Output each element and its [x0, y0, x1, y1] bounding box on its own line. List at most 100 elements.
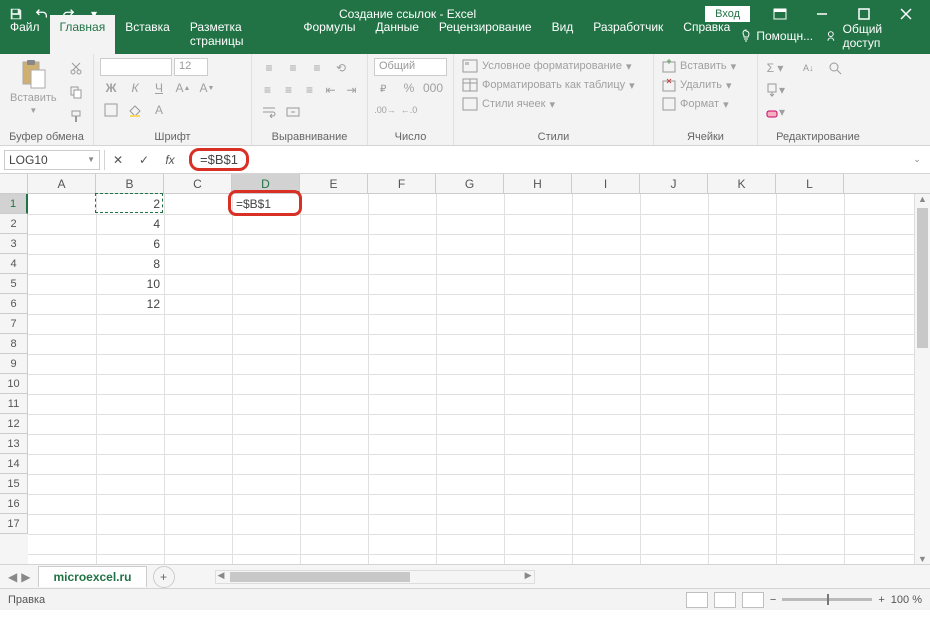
font-color-icon[interactable]: A	[148, 100, 170, 120]
underline-icon[interactable]: Ч	[148, 78, 170, 98]
font-family-combo[interactable]	[100, 58, 172, 76]
column-header[interactable]: A	[28, 174, 96, 193]
decrease-decimal-icon[interactable]: ←.0	[398, 100, 420, 120]
insert-function-icon[interactable]: fx	[157, 149, 183, 171]
copy-icon[interactable]	[65, 82, 87, 102]
row-header[interactable]: 11	[0, 394, 28, 414]
format-as-table-button[interactable]: Форматировать как таблицу ▾	[460, 77, 647, 93]
cell-styles-button[interactable]: Стили ячеек ▾	[460, 96, 647, 112]
column-header[interactable]: G	[436, 174, 504, 193]
cell[interactable]: 8	[96, 254, 164, 274]
merge-icon[interactable]	[282, 102, 304, 122]
cancel-formula-icon[interactable]: ✕	[105, 149, 131, 171]
column-header[interactable]: I	[572, 174, 640, 193]
borders-icon[interactable]	[100, 100, 122, 120]
increase-font-icon[interactable]: A▲	[172, 78, 194, 98]
vertical-scrollbar[interactable]: ▲ ▼	[914, 194, 930, 564]
format-painter-icon[interactable]	[65, 106, 87, 126]
row-header[interactable]: 1	[0, 194, 28, 214]
row-header[interactable]: 9	[0, 354, 28, 374]
ribbon-tab[interactable]: Справка	[673, 15, 740, 54]
cell[interactable]: 4	[96, 214, 164, 234]
share-button[interactable]: Общий доступ	[827, 22, 920, 50]
horizontal-scrollbar[interactable]: ◀ ▶	[215, 570, 535, 584]
increase-indent-icon[interactable]: ⇥	[342, 80, 361, 100]
ribbon-tab[interactable]: Файл	[0, 15, 50, 54]
page-break-view-icon[interactable]	[742, 592, 764, 608]
normal-view-icon[interactable]	[686, 592, 708, 608]
currency-icon[interactable]: ₽	[374, 78, 396, 98]
row-header[interactable]: 12	[0, 414, 28, 434]
align-top-icon[interactable]: ≡	[258, 58, 280, 78]
conditional-format-button[interactable]: Условное форматирование ▾	[460, 58, 647, 74]
row-header[interactable]: 14	[0, 454, 28, 474]
row-header[interactable]: 6	[0, 294, 28, 314]
ribbon-tab[interactable]: Рецензирование	[429, 15, 542, 54]
select-all-corner[interactable]	[0, 174, 28, 193]
comma-icon[interactable]: 000	[422, 78, 444, 98]
row-header[interactable]: 5	[0, 274, 28, 294]
formula-input[interactable]: =$B$1	[183, 146, 904, 173]
clear-icon[interactable]: ▾	[764, 102, 786, 122]
percent-icon[interactable]: %	[398, 78, 420, 98]
orientation-icon[interactable]: ⟲	[330, 58, 352, 78]
bold-icon[interactable]: Ж	[100, 78, 122, 98]
row-header[interactable]: 3	[0, 234, 28, 254]
row-header[interactable]: 10	[0, 374, 28, 394]
ribbon-tab[interactable]: Разметка страницы	[180, 15, 294, 54]
format-cells-button[interactable]: Формат ▾	[660, 96, 751, 112]
wrap-text-icon[interactable]	[258, 102, 280, 122]
zoom-in-icon[interactable]: +	[878, 594, 884, 606]
column-header[interactable]: B	[96, 174, 164, 193]
row-header[interactable]: 17	[0, 514, 28, 534]
ribbon-tab[interactable]: Вид	[542, 15, 584, 54]
italic-icon[interactable]: К	[124, 78, 146, 98]
column-header[interactable]: J	[640, 174, 708, 193]
ribbon-tab[interactable]: Формулы	[293, 15, 365, 54]
column-header[interactable]: F	[368, 174, 436, 193]
find-icon[interactable]	[824, 58, 846, 78]
column-header[interactable]: E	[300, 174, 368, 193]
sheet-tab-active[interactable]: microexcel.ru	[38, 566, 146, 587]
align-center-icon[interactable]: ≡	[279, 80, 298, 100]
ribbon-tab[interactable]: Данные	[366, 15, 429, 54]
cell[interactable]: 10	[96, 274, 164, 294]
column-header[interactable]: H	[504, 174, 572, 193]
increase-decimal-icon[interactable]: .00→	[374, 100, 396, 120]
cell[interactable]: 6	[96, 234, 164, 254]
fill-icon[interactable]: ▾	[764, 80, 786, 100]
ribbon-tab[interactable]: Разработчик	[583, 15, 673, 54]
row-header[interactable]: 13	[0, 434, 28, 454]
align-right-icon[interactable]: ≡	[300, 80, 319, 100]
row-header[interactable]: 7	[0, 314, 28, 334]
zoom-out-icon[interactable]: −	[770, 594, 776, 606]
autosum-icon[interactable]: Σ ▾	[764, 58, 786, 78]
sort-filter-icon[interactable]: A↓	[800, 58, 822, 78]
row-header[interactable]: 15	[0, 474, 28, 494]
expand-formula-bar-icon[interactable]: ⌄	[904, 149, 930, 171]
row-header[interactable]: 8	[0, 334, 28, 354]
paste-button[interactable]: Вставить ▼	[6, 58, 61, 129]
row-header[interactable]: 4	[0, 254, 28, 274]
cut-icon[interactable]	[65, 58, 87, 78]
ribbon-tab[interactable]: Вставка	[115, 15, 180, 54]
align-middle-icon[interactable]: ≡	[282, 58, 304, 78]
insert-cells-button[interactable]: Вставить ▾	[660, 58, 751, 74]
font-size-combo[interactable]: 12	[174, 58, 208, 76]
decrease-indent-icon[interactable]: ⇤	[321, 80, 340, 100]
tell-me[interactable]: Помощн...	[740, 29, 813, 43]
cell[interactable]: 12	[96, 294, 164, 314]
ribbon-tab[interactable]: Главная	[50, 15, 116, 54]
column-header[interactable]: K	[708, 174, 776, 193]
column-header[interactable]: L	[776, 174, 844, 193]
spreadsheet-grid[interactable]: ABCDEFGHIJKL 1234567891011121314151617 2…	[0, 174, 930, 564]
name-box[interactable]: LOG10 ▼	[4, 150, 100, 170]
number-format-combo[interactable]: Общий	[374, 58, 447, 76]
sheet-nav-prev-icon[interactable]: ◀	[8, 570, 17, 584]
decrease-font-icon[interactable]: A▼	[196, 78, 218, 98]
fill-color-icon[interactable]	[124, 100, 146, 120]
align-bottom-icon[interactable]: ≡	[306, 58, 328, 78]
page-layout-view-icon[interactable]	[714, 592, 736, 608]
add-sheet-icon[interactable]: +	[153, 566, 175, 588]
enter-formula-icon[interactable]: ✓	[131, 149, 157, 171]
